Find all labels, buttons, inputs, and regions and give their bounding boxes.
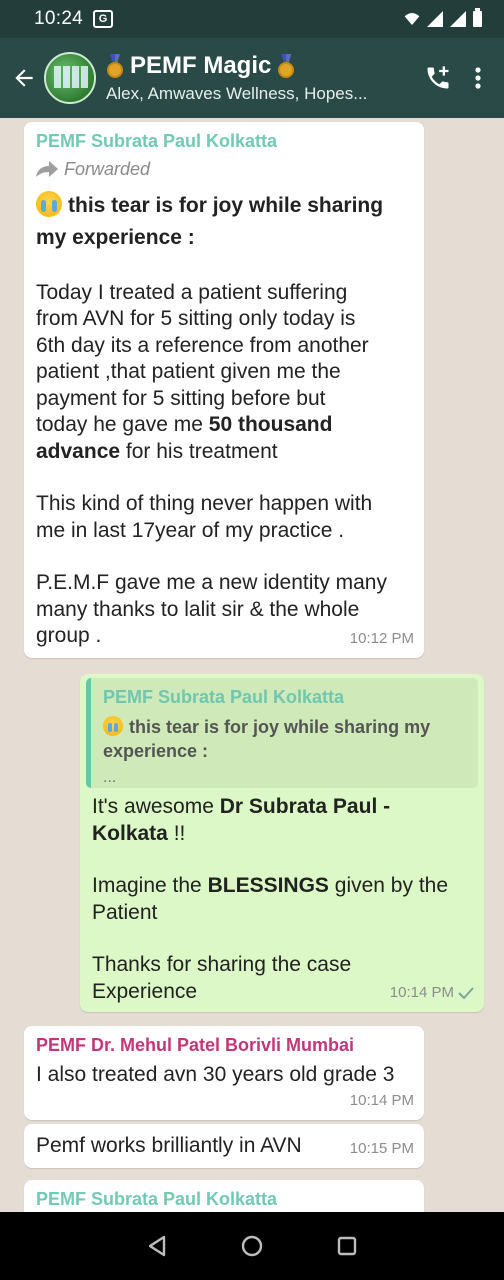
nav-back-icon[interactable]	[146, 1235, 168, 1257]
message-time: 10:14 PM	[390, 980, 474, 1007]
group-name: PEMF Magic	[130, 52, 272, 79]
add-call-icon[interactable]	[418, 58, 458, 98]
message-bubble[interactable]: Pemf works brilliantly in AVN 10:15 PM	[24, 1124, 424, 1168]
message-bubble[interactable]: PEMF Subrata Paul Kolkatta Forwarded thi…	[24, 122, 424, 658]
message-time: 10:15 PM	[349, 1139, 414, 1157]
back-arrow-icon[interactable]	[4, 58, 44, 98]
message-bubble[interactable]: PEMF Subrata Paul Kolkatta	[24, 1180, 424, 1212]
participants-list: Alex, Amwaves Wellness, Hopes...	[106, 84, 368, 103]
message-text: I also treated avn 30 years old grade 3	[36, 1063, 395, 1086]
signal-icon-2	[450, 11, 466, 27]
message-paragraph: Today I treated a patient suffering from…	[36, 280, 369, 463]
sender-name: PEMF Subrata Paul Kolkatta	[36, 1189, 278, 1209]
message-paragraph: This kind of thing never happen with me …	[36, 492, 373, 542]
nav-recents-icon[interactable]	[336, 1235, 358, 1257]
crying-face-icon	[36, 190, 62, 217]
sender-name: PEMF Dr. Mehul Patel Borivli Mumbai	[36, 1035, 355, 1055]
message-time: 10:14 PM	[349, 1091, 414, 1109]
message-heading: this tear is for joy while sharing my ex…	[36, 190, 412, 252]
message-bubble[interactable]: PEMF Subrata Paul Kolkatta this tear is …	[80, 674, 484, 1012]
group-avatar[interactable]	[44, 52, 96, 104]
nav-home-icon[interactable]	[241, 1235, 263, 1257]
clock: 10:24	[34, 8, 84, 29]
system-navigation-bar	[0, 1212, 504, 1280]
more-options-icon[interactable]	[458, 58, 498, 98]
sender-name: PEMF Subrata Paul Kolkatta	[36, 131, 278, 151]
forwarded-label: Forwarded	[36, 156, 412, 183]
quoted-text: this tear is for joy while sharing my ex…	[103, 715, 431, 761]
crying-face-icon	[103, 715, 123, 736]
medal-icon	[106, 54, 124, 78]
wifi-icon	[404, 13, 420, 25]
chat-area[interactable]: PEMF Subrata Paul Kolkatta Forwarded thi…	[0, 118, 504, 1212]
battery-icon	[473, 8, 482, 27]
medal-icon	[277, 54, 295, 78]
quoted-sender: PEMF Subrata Paul Kolkatta	[103, 687, 345, 707]
message-text: It's awesome Dr Subrata Paul - Kolkata !…	[92, 795, 449, 1003]
chat-header: PEMF Magic Alex, Amwaves Wellness, Hopes…	[0, 38, 504, 118]
group-title: PEMF Magic	[106, 52, 412, 80]
group-info[interactable]: PEMF Magic Alex, Amwaves Wellness, Hopes…	[106, 52, 412, 104]
message-bubble[interactable]: PEMF Dr. Mehul Patel Borivli Mumbai I al…	[24, 1026, 424, 1120]
status-icons	[404, 8, 482, 27]
message-time: 10:12 PM	[349, 629, 414, 647]
status-bar: 10:24 G	[0, 0, 504, 38]
signal-icon	[427, 11, 443, 27]
quoted-message[interactable]: PEMF Subrata Paul Kolkatta this tear is …	[86, 678, 478, 788]
delivered-tick-icon	[458, 987, 474, 999]
forward-icon	[36, 161, 58, 178]
translate-notification-icon: G	[93, 10, 114, 28]
